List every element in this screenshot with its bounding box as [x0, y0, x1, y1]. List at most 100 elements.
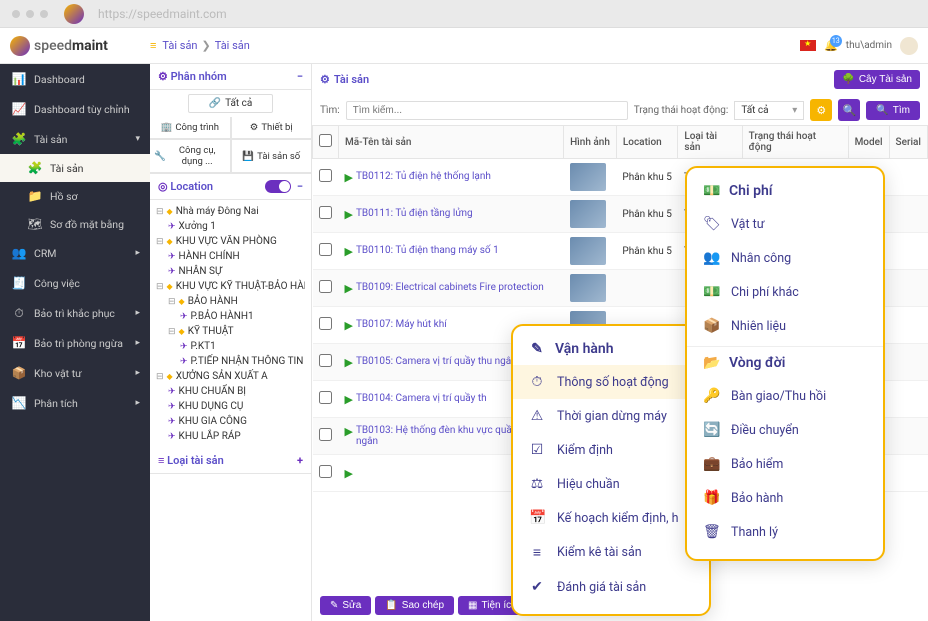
tree-node[interactable]: ⊟◆KỸ THUẬT — [156, 324, 305, 339]
popup-item[interactable]: ☑Kiểm định — [513, 433, 709, 467]
tree-node[interactable]: ⊟◆Nhà máy Đông Nai — [156, 204, 305, 219]
tab-congcu[interactable]: 🔧Công cụ, dụng ... — [150, 140, 231, 173]
chrome-logo-icon — [64, 4, 84, 24]
menu-icon[interactable]: ≡ — [150, 39, 156, 52]
sidebar-item[interactable]: 🧩Tài sản — [0, 124, 150, 154]
tree-node[interactable]: ✈P.TIẾP NHẬN THÔNG TIN — [156, 354, 305, 369]
sidebar-subitem[interactable]: 🧩Tài sản — [0, 154, 150, 182]
panel-phangroup-header[interactable]: ⚙ Phân nhóm − — [150, 64, 311, 90]
popup-item[interactable]: 🎁Bảo hành — [687, 481, 883, 515]
row-checkbox[interactable] — [319, 354, 332, 367]
column-header[interactable]: Hình ảnh — [564, 126, 617, 159]
tree-node[interactable]: ✈KHU GIA CÔNG — [156, 414, 305, 429]
copy-button[interactable]: 📋Sao chép — [375, 596, 454, 615]
sidebar-item[interactable]: ⏱Bảo trì khắc phục — [0, 298, 150, 328]
popup-item[interactable]: 📦Nhiên liệu — [687, 309, 883, 343]
asset-name[interactable]: ▶TB0109: Electrical cabinets Fire protec… — [345, 282, 558, 295]
tree-node[interactable]: ✈Xưởng 1 — [156, 219, 305, 234]
notification-icon[interactable]: 🔔 13 — [824, 39, 838, 52]
collapse-icon[interactable]: − — [297, 70, 303, 83]
tab-congtrinh[interactable]: 🏢Công trình — [150, 117, 231, 139]
tree-node[interactable]: ⊟◆BẢO HÀNH — [156, 294, 305, 309]
asset-name[interactable]: ▶TB0111: Tủ điện tầng lửng — [345, 208, 558, 221]
tree-node[interactable]: ✈P.KT1 — [156, 339, 305, 354]
asset-name[interactable]: ▶TB0112: Tủ điện hệ thống lạnh — [345, 171, 558, 184]
popup-item[interactable]: 🗑Thanh lý — [687, 515, 883, 549]
search-button[interactable]: 🔍Tìm — [866, 101, 920, 120]
row-checkbox[interactable] — [319, 280, 332, 293]
tab-thietbi[interactable]: ⚙Thiết bị — [231, 117, 312, 139]
popup-item[interactable]: ≡Kiểm kê tài sản — [513, 535, 709, 570]
sidebar-subitem[interactable]: 🗺Sơ đồ mặt bằng — [0, 210, 150, 238]
tree-icon: 🌳 — [842, 74, 854, 85]
sidebar-item[interactable]: 📊Dashboard — [0, 64, 150, 94]
popup-item[interactable]: 🏷Vật tư — [687, 207, 883, 241]
filter-button[interactable]: ⚙ — [810, 99, 832, 121]
tree-node[interactable]: ✈KHU CHUẨN BỊ — [156, 384, 305, 399]
collapse-icon[interactable]: − — [297, 180, 303, 193]
popup-item[interactable]: ⚠Thời gian dừng máy — [513, 399, 709, 433]
search-icon-button[interactable]: 🔍 — [838, 99, 860, 121]
row-checkbox[interactable] — [319, 206, 332, 219]
tree-node[interactable]: ⊟◆KHU VỰC VĂN PHÒNG — [156, 234, 305, 249]
tree-node[interactable]: ✈KHU LẮP RÁP — [156, 429, 305, 444]
tab-taisanso[interactable]: 💾Tài sản số — [231, 140, 312, 173]
column-header[interactable]: Loại tài sản — [678, 126, 742, 159]
sidebar-item[interactable]: 📦Kho vật tư — [0, 358, 150, 388]
sidebar-subitem[interactable]: 📁Hồ sơ — [0, 182, 150, 210]
tree-node[interactable]: ✈NHÂN SỰ — [156, 264, 305, 279]
row-checkbox[interactable] — [319, 317, 332, 330]
asset-tree-button[interactable]: 🌳Cây Tài sản — [834, 70, 920, 89]
sidebar-item[interactable]: 📉Phân tích — [0, 388, 150, 418]
tree-node[interactable]: ⊟◆XƯỞNG SẢN XUẤT A — [156, 369, 305, 384]
popup-item[interactable]: 📅Kế hoạch kiểm định, h — [513, 501, 709, 535]
breadcrumb-item[interactable]: Tài sản — [162, 39, 197, 52]
tree-node[interactable]: ✈HÀNH CHÍNH — [156, 249, 305, 264]
popup-item[interactable]: 🔑Bàn giao/Thu hồi — [687, 379, 883, 413]
expand-icon[interactable]: + — [297, 454, 303, 467]
popup-item[interactable]: ⚖Hiệu chuần — [513, 467, 709, 501]
user-name[interactable]: thu\admin — [846, 40, 892, 51]
column-header[interactable]: Model — [848, 126, 889, 159]
sidebar-item[interactable]: 📈Dashboard tùy chỉnh — [0, 94, 150, 124]
row-checkbox[interactable] — [319, 391, 332, 404]
row-checkbox[interactable] — [319, 243, 332, 256]
thumbnail — [570, 274, 606, 302]
tree-node[interactable]: ⊟◆KHU VỰC KỸ THUẬT-BẢO HÀNH — [156, 279, 305, 294]
popup-item[interactable]: 🔄Điều chuyển — [687, 413, 883, 447]
tree-node[interactable]: ✈P.BẢO HÀNH1 — [156, 309, 305, 324]
breadcrumb-item[interactable]: Tài sản — [215, 39, 250, 52]
sidebar-item[interactable]: 🧾Công việc — [0, 268, 150, 298]
popup-item[interactable]: 💼Bảo hiểm — [687, 447, 883, 481]
sidebar-item[interactable]: 📅Bảo trì phòng ngừa — [0, 328, 150, 358]
popup-item[interactable]: 👥Nhân công — [687, 241, 883, 275]
tree-node[interactable]: ✈KHU DỤNG CỤ — [156, 399, 305, 414]
column-header[interactable]: Trạng thái hoạt động — [742, 126, 848, 159]
row-checkbox[interactable] — [319, 465, 332, 478]
avatar[interactable] — [900, 37, 918, 55]
column-header[interactable]: Location — [616, 126, 677, 159]
panel-location-header[interactable]: ◎ Location − — [150, 174, 311, 200]
column-header[interactable]: Serial — [889, 126, 927, 159]
row-checkbox[interactable] — [319, 428, 332, 441]
language-flag-icon[interactable] — [800, 40, 816, 51]
panel-loaitaisan-header[interactable]: ≡ Loại tài sản + — [150, 448, 311, 474]
column-header[interactable]: Mã-Tên tài sản — [339, 126, 564, 159]
tree-label: KHU DỤNG CỤ — [179, 401, 244, 412]
edit-button[interactable]: ✎Sửa — [320, 596, 371, 615]
row-checkbox[interactable] — [319, 169, 332, 182]
url-bar[interactable]: https://speedmaint.com — [98, 7, 227, 21]
popup-item[interactable]: ✔Đánh giá tài sản — [513, 570, 709, 604]
status-select[interactable]: Tất cả — [734, 101, 804, 120]
asset-name[interactable]: ▶TB0110: Tủ điện thang máy số 1 — [345, 245, 558, 258]
page-title: ⚙ Tài sản — [320, 73, 369, 86]
panels-column: ⚙ Phân nhóm − 🔗Tất cả 🏢Công trình ⚙Thiết… — [150, 64, 312, 621]
search-input[interactable] — [346, 101, 628, 120]
popup-item[interactable]: 💵Chi phí khác — [687, 275, 883, 309]
checkbox-header[interactable] — [313, 126, 339, 159]
popup-item[interactable]: ⏱Thông số hoạt động — [513, 365, 709, 399]
sidebar-item[interactable]: 👥CRM — [0, 238, 150, 268]
app-logo[interactable]: speedmaint — [10, 36, 150, 56]
location-toggle[interactable] — [265, 180, 291, 193]
filter-all-button[interactable]: 🔗Tất cả — [188, 94, 274, 113]
